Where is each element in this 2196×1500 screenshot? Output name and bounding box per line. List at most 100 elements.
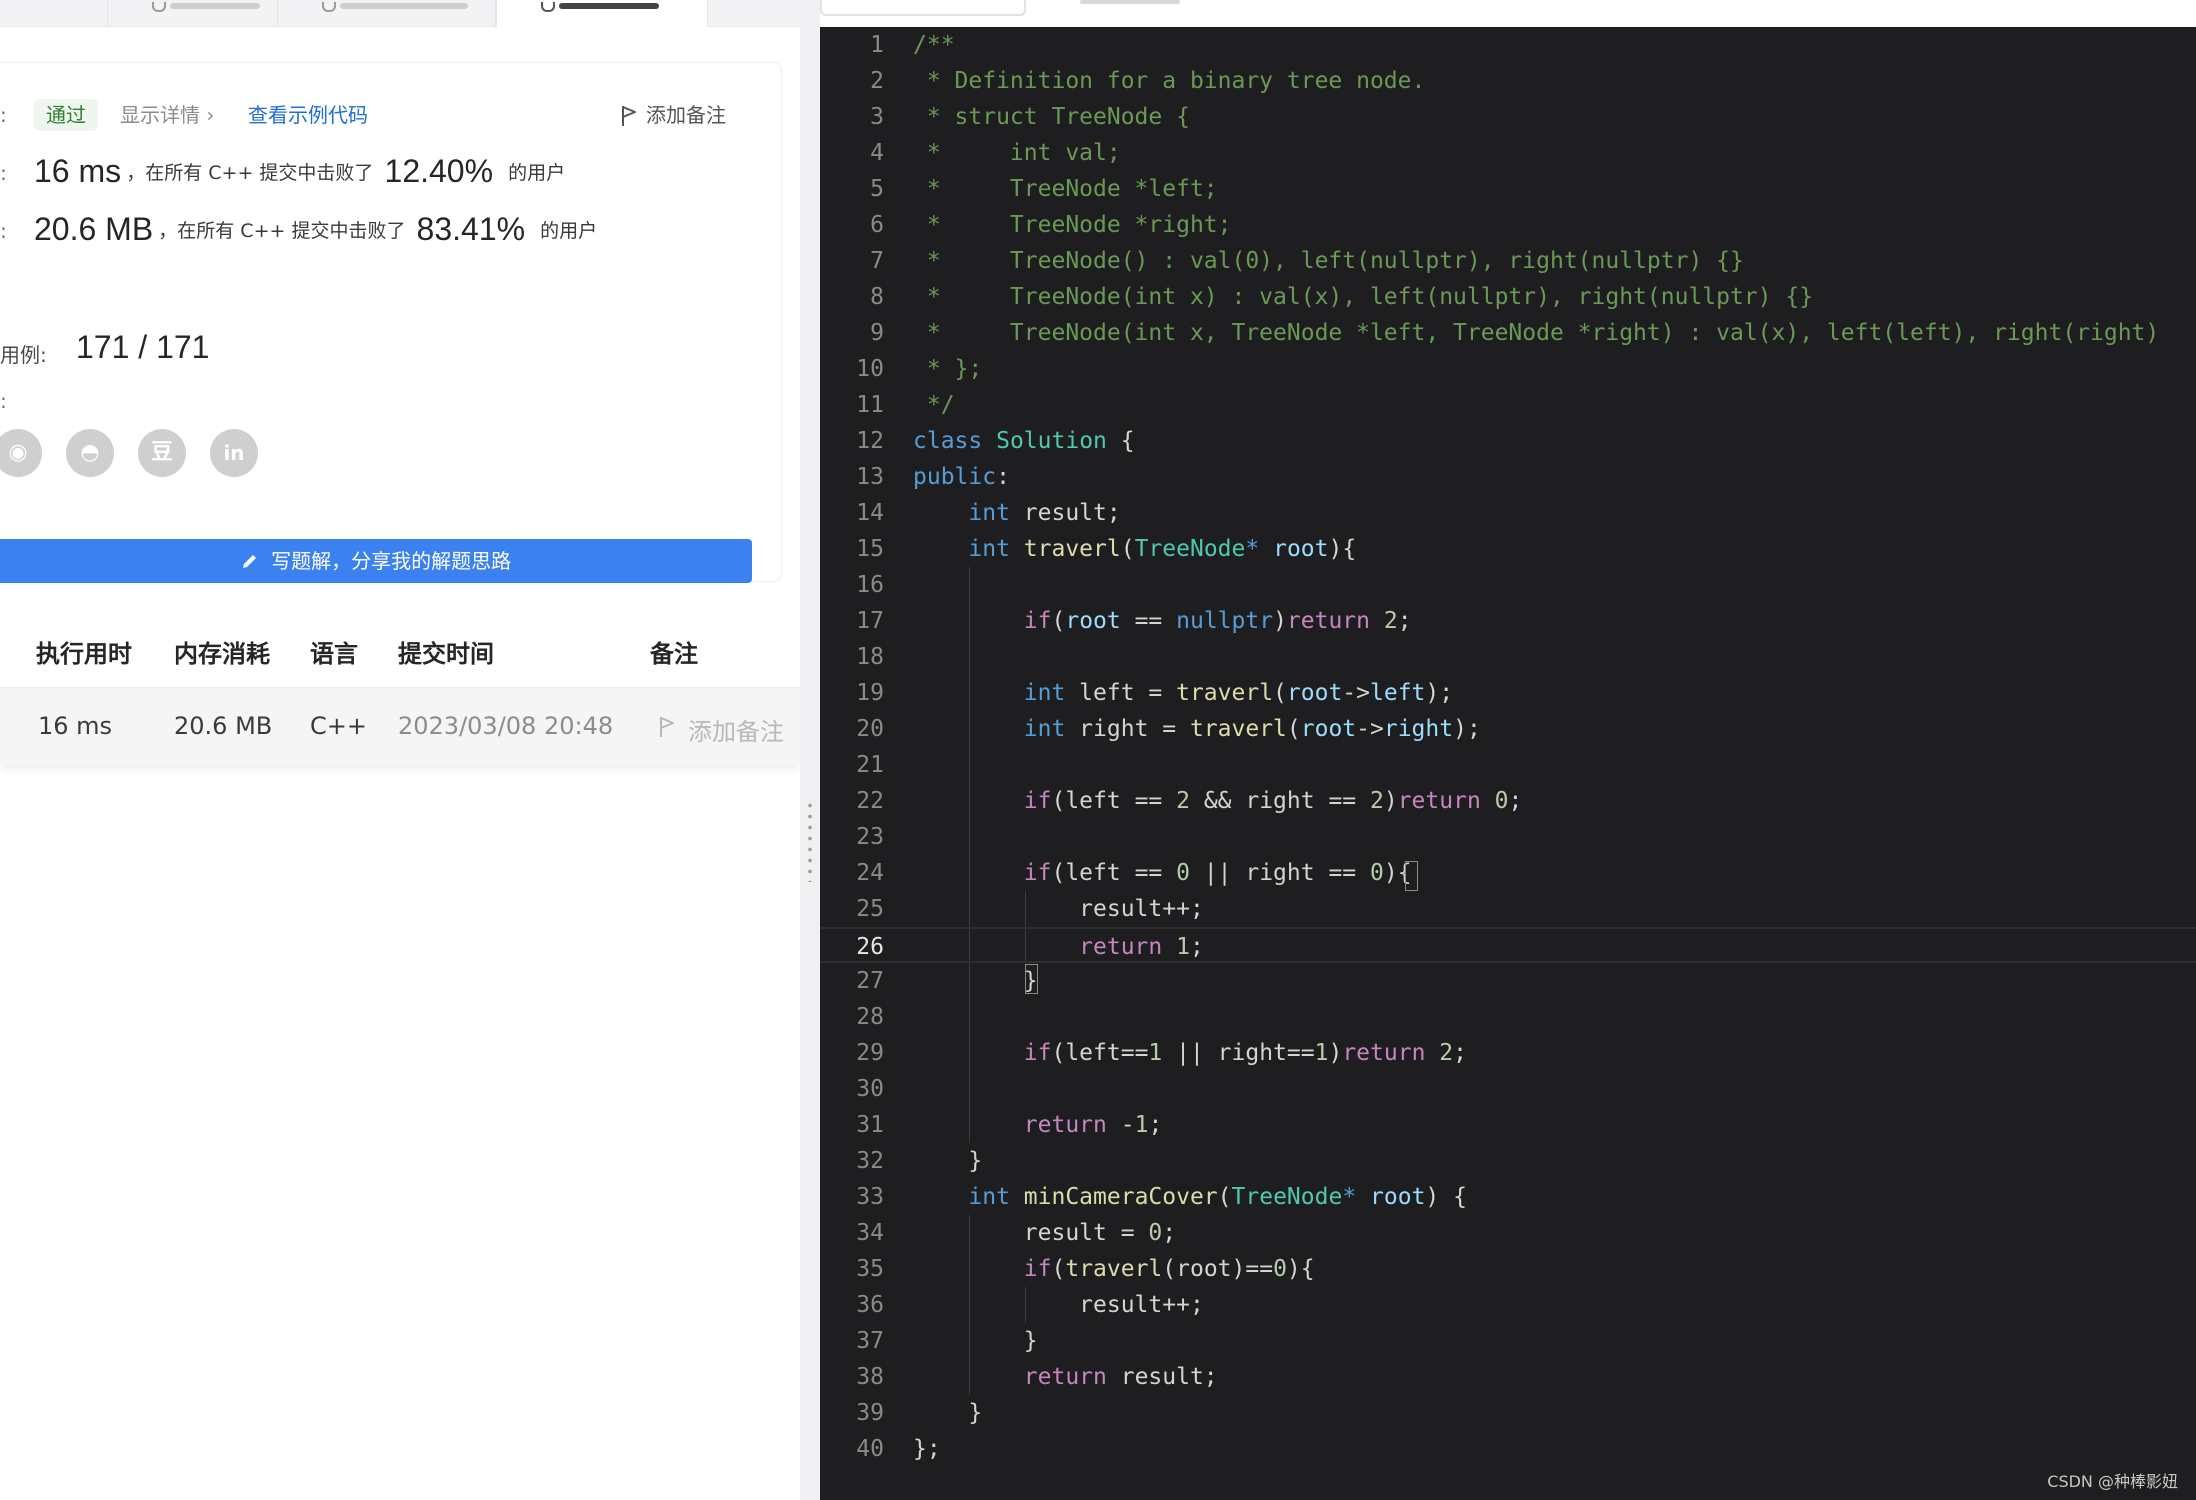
view-sample-code-link[interactable]: 查看示例代码 [248, 101, 368, 129]
add-note-button[interactable]: 添加备注 [618, 99, 726, 131]
code-line[interactable]: 23 [820, 819, 2196, 855]
header-memory[interactable]: 内存消耗 [174, 634, 270, 669]
code-line[interactable]: 25 result++; [820, 891, 2196, 927]
tab-solutions[interactable] [108, 0, 278, 27]
code-line[interactable]: 35 if(traverl(root)==0){ [820, 1251, 2196, 1287]
code-line[interactable]: 32 } [820, 1143, 2196, 1179]
code-line[interactable]: 19 int left = traverl(root->left); [820, 675, 2196, 711]
toolbar-item[interactable] [1080, 0, 1180, 4]
code-token-code-text: left = [1065, 680, 1177, 706]
submission-result-card: : 通过 显示详情 › 查看示例代码 添加备注 : 16 ms ，在所有 C++… [0, 62, 782, 583]
code-line[interactable]: 37 } [820, 1323, 2196, 1359]
code-token-function-name: minCameraCover [1023, 1184, 1218, 1210]
code-text: * Definition for a binary tree node. [913, 63, 1426, 99]
header-language[interactable]: 语言 [310, 634, 358, 669]
code-text: /** [913, 27, 955, 63]
code-line[interactable]: 11 */ [820, 387, 2196, 423]
code-line[interactable]: 17 if(root == nullptr)return 2; [820, 603, 2196, 639]
code-text: result++; [913, 891, 1204, 927]
code-text: public: [913, 459, 1010, 495]
drag-handle-icon[interactable] [808, 800, 812, 882]
tab-label-placeholder [170, 3, 260, 9]
code-editor[interactable]: 1 /** 2 * Definition for a binary tree nod… [820, 27, 2196, 1500]
line-number: 31 [856, 1112, 884, 1138]
row-submit-time: 2023/03/08 20:48 [398, 712, 614, 740]
line-number: 5 [870, 176, 884, 202]
tab-discussion[interactable] [278, 0, 496, 27]
show-details-link[interactable]: 显示详情 › [120, 101, 214, 129]
code-line[interactable]: 12 class Solution { [820, 423, 2196, 459]
code-line[interactable]: 18 [820, 639, 2196, 675]
code-line[interactable]: 3 * struct TreeNode { [820, 99, 2196, 135]
tab-description[interactable] [0, 0, 108, 27]
header-submit-time[interactable]: 提交时间 [398, 634, 494, 669]
code-line[interactable]: 2 * Definition for a binary tree node. [820, 63, 2196, 99]
code-line[interactable]: 34 result = 0; [820, 1215, 2196, 1251]
submissions-icon [541, 2, 555, 12]
header-runtime[interactable]: 执行用时 [36, 634, 132, 669]
code-line[interactable]: 7 * TreeNode() : val(0), left(nullptr), … [820, 243, 2196, 279]
code-line[interactable]: 24 if(left == 0 || right == 0){ [820, 855, 2196, 891]
line-number: 15 [856, 536, 884, 562]
add-note-label: 添加备注 [646, 103, 726, 127]
code-line[interactable]: 1 /** [820, 27, 2196, 63]
code-line[interactable]: 39 } [820, 1395, 2196, 1431]
code-line[interactable]: 8 * TreeNode(int x) : val(x), left(nullp… [820, 279, 2196, 315]
code-line[interactable]: 16 [820, 567, 2196, 603]
code-token-code-text [913, 1040, 1024, 1066]
code-line[interactable]: 29 if(left==1 || right==1)return 2; [820, 1035, 2196, 1071]
solutions-icon [152, 2, 166, 12]
tab-submissions[interactable] [496, 0, 708, 27]
code-line[interactable]: 28 [820, 999, 2196, 1035]
linkedin-icon[interactable]: in [210, 429, 258, 477]
code-token-code-text: ( [1217, 1184, 1232, 1210]
label-colon: : [0, 389, 7, 413]
code-line[interactable]: 6 * TreeNode *right; [820, 207, 2196, 243]
code-token-code-text [1425, 1040, 1439, 1066]
code-line[interactable]: 40}; [820, 1431, 2196, 1467]
code-line[interactable]: 30 [820, 1071, 2196, 1107]
code-line[interactable]: 38 return result; [820, 1359, 2196, 1395]
code-token-code-text: ) [1273, 608, 1287, 634]
code-line[interactable]: 13 public: [820, 459, 2196, 495]
row-add-note-button[interactable]: 添加备注 [656, 712, 784, 747]
code-line[interactable]: 20 int right = traverl(root->right); [820, 711, 2196, 747]
code-token-identifier: right [1383, 716, 1454, 742]
code-token-code-text: || right == [1189, 860, 1370, 886]
code-line[interactable]: 33 int minCameraCover(TreeNode* root) { [820, 1179, 2196, 1215]
code-line[interactable]: 10 * }; [820, 351, 2196, 387]
code-line[interactable]: 9 * TreeNode(int x, TreeNode *left, Tree… [820, 315, 2196, 351]
pane-splitter[interactable] [800, 0, 820, 1500]
code-line[interactable]: 5 * TreeNode *left; [820, 171, 2196, 207]
line-number: 16 [856, 572, 884, 598]
douban-icon[interactable]: 豆 [138, 429, 186, 477]
language-select[interactable] [820, 0, 1026, 16]
code-token-type: class [913, 428, 983, 454]
table-row[interactable]: 16 ms 20.6 MB C++ 2023/03/08 20:48 添加备注 [0, 688, 800, 764]
code-token-code-text [913, 788, 1024, 814]
row-runtime: 16 ms [38, 712, 113, 740]
row-memory: 20.6 MB [174, 712, 273, 740]
code-line[interactable]: 14 int result; [820, 495, 2196, 531]
code-token-code-text [913, 608, 1024, 634]
code-line[interactable]: 31 return -1; [820, 1107, 2196, 1143]
line-number: 32 [856, 1148, 884, 1174]
code-line[interactable]: 4 * int val; [820, 135, 2196, 171]
runtime-metric: 16 ms ，在所有 C++ 提交中击败了 12.40% 的用户 [34, 153, 565, 193]
weibo-icon[interactable]: ◉ [0, 429, 42, 477]
code-token-code-text [1010, 536, 1024, 562]
code-token-code-text: && right == [1189, 788, 1370, 814]
line-number: 9 [870, 320, 884, 346]
code-line[interactable]: 15 int traverl(TreeNode* root){ [820, 531, 2196, 567]
write-solution-button[interactable]: 写题解，分享我的解题思路 [0, 539, 752, 583]
memory-suffix: 的用户 [540, 220, 598, 242]
code-token-number: 2 [1383, 608, 1398, 634]
code-line[interactable]: 22 if(left == 2 && right == 2)return 0; [820, 783, 2196, 819]
code-line[interactable]: 36 result++; [820, 1287, 2196, 1323]
submissions-table-header: 执行用时 内存消耗 语言 提交时间 备注 [0, 610, 800, 688]
code-line[interactable]: 21 [820, 747, 2196, 783]
code-text: int right = traverl(root->right); [913, 711, 1481, 747]
qq-icon[interactable]: ◓ [66, 429, 114, 477]
code-line[interactable]: 26 return 1; [820, 927, 2196, 963]
code-token-code-text: ) [1328, 1040, 1343, 1066]
